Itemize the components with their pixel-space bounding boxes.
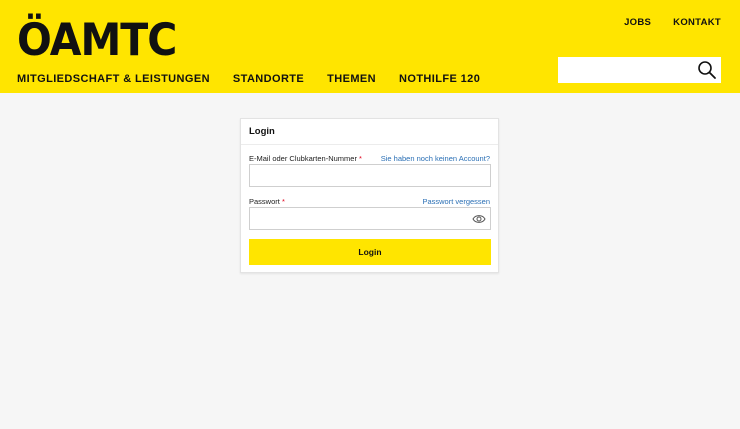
email-label: E-Mail oder Clubkarten-Nummer * bbox=[249, 154, 362, 163]
site-header: ÖAMTC JOBS KONTAKT MITGLIEDSCHAFT & LEIS… bbox=[0, 0, 740, 93]
kontakt-link[interactable]: KONTAKT bbox=[673, 17, 721, 28]
forgot-password-link[interactable]: Passwort vergessen bbox=[422, 197, 490, 206]
login-button[interactable]: Login bbox=[249, 239, 491, 265]
password-field[interactable] bbox=[250, 208, 490, 229]
nav-item-themen[interactable]: THEMEN bbox=[327, 73, 376, 85]
top-nav: JOBS KONTAKT bbox=[624, 17, 721, 28]
login-card: Login E-Mail oder Clubkarten-Nummer * Si… bbox=[240, 118, 499, 273]
jobs-link[interactable]: JOBS bbox=[624, 17, 651, 28]
login-title: Login bbox=[249, 126, 275, 137]
password-label: Passwort * bbox=[249, 197, 285, 206]
search-input[interactable] bbox=[558, 57, 694, 83]
email-field-wrapper bbox=[249, 164, 491, 187]
oeamtc-logo[interactable]: ÖAMTC bbox=[17, 15, 177, 65]
nav-item-nothilfe[interactable]: NOTHILFE 120 bbox=[399, 73, 480, 85]
eye-icon[interactable] bbox=[472, 213, 486, 225]
required-marker: * bbox=[359, 154, 362, 163]
card-divider bbox=[241, 144, 498, 145]
email-field[interactable] bbox=[250, 165, 490, 186]
main-nav: MITGLIEDSCHAFT & LEISTUNGEN STANDORTE TH… bbox=[17, 73, 480, 85]
register-link[interactable]: Sie haben noch keinen Account? bbox=[381, 154, 490, 163]
required-marker: * bbox=[281, 197, 285, 206]
nav-item-standorte[interactable]: STANDORTE bbox=[233, 73, 304, 85]
nav-item-mitgliedschaft[interactable]: MITGLIEDSCHAFT & LEISTUNGEN bbox=[17, 73, 210, 85]
search-icon[interactable] bbox=[697, 60, 717, 80]
password-field-wrapper bbox=[249, 207, 491, 230]
search-box bbox=[558, 57, 721, 83]
